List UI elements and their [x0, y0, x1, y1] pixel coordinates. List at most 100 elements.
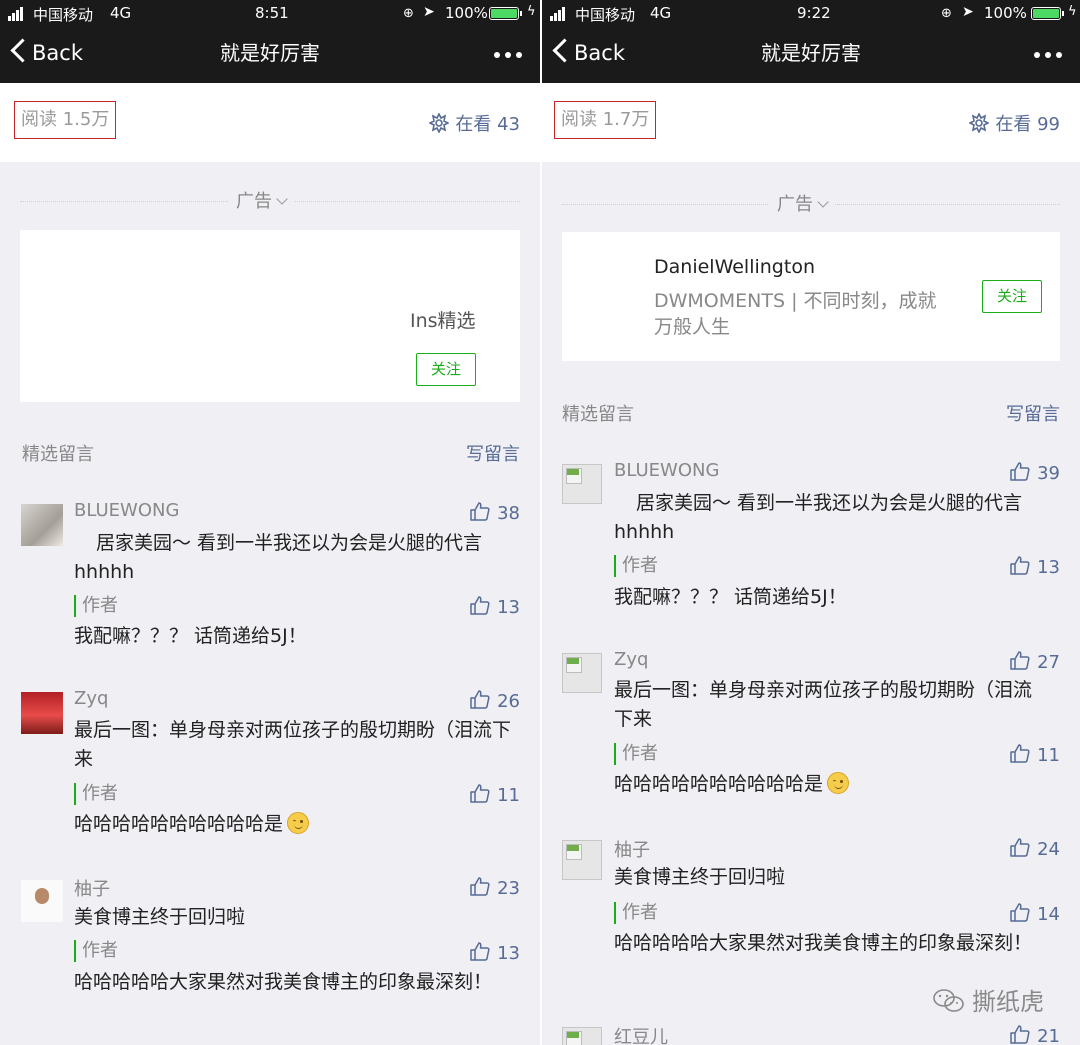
wow-icon: [428, 112, 451, 134]
ad-label-text: 广告: [777, 194, 813, 215]
avatar[interactable]: [21, 692, 63, 734]
author-reply-text: 哈哈哈哈哈大家果然对我美食博主的印象最深刻！: [74, 971, 493, 993]
comment-author[interactable]: 柚子: [614, 836, 650, 862]
battery-icon: [1031, 7, 1064, 20]
author-reply-text: 我配嘛？？？ 话筒递给5J！: [614, 586, 847, 608]
author-reply-label: 作者: [74, 783, 118, 805]
looking-count: 43: [497, 114, 520, 135]
reply-like-button[interactable]: 13: [469, 594, 520, 618]
article-stats: 阅读 1.7万 在看 99: [542, 83, 1080, 162]
thumbs-up-icon: [1010, 462, 1030, 481]
page-title: 就是好厉害: [220, 41, 320, 65]
reply-like-button[interactable]: 13: [1009, 554, 1060, 578]
like-count: 11: [497, 785, 520, 806]
comment-text: 美食博主终于回归啦: [614, 866, 786, 888]
thumbs-up-icon: [1010, 556, 1030, 575]
page-title: 就是好厉害: [761, 41, 861, 65]
avatar-broken-image-icon[interactable]: [562, 840, 602, 880]
wow-icon: [968, 112, 991, 134]
thumbs-up-icon: [1010, 838, 1030, 857]
like-count: 14: [1037, 904, 1060, 925]
location-icon: ➤: [962, 4, 974, 20]
battery-icon: [489, 7, 522, 20]
author-reply-label: 作者: [614, 902, 658, 924]
ad-card[interactable]: DanielWellington DWMOMENTS | 不同时刻，成就万般人生…: [562, 232, 1060, 361]
ad-description: DWMOMENTS | 不同时刻，成就万般人生: [654, 290, 937, 338]
ad-label[interactable]: 广告: [228, 187, 294, 213]
looking-button[interactable]: 在看 99: [968, 110, 1060, 136]
comment-text: 美食博主终于回归啦: [74, 906, 246, 928]
thumbs-up-icon: [470, 596, 490, 615]
like-button[interactable]: 38: [469, 500, 520, 524]
author-reply: 哈哈哈哈哈哈哈哈哈哈是: [614, 770, 1060, 799]
comment-author[interactable]: 红豆儿: [614, 1023, 668, 1045]
watermark: 撕纸虎: [932, 982, 1044, 1017]
like-button[interactable]: 26: [469, 688, 520, 712]
like-button[interactable]: 27: [1009, 649, 1060, 673]
ad-card-text: Ins精选: [410, 310, 476, 332]
more-icon[interactable]: [1034, 52, 1062, 58]
like-button[interactable]: 21: [1009, 1023, 1060, 1045]
status-time: 8:51: [255, 4, 289, 22]
avatar[interactable]: [21, 880, 63, 922]
comment-author[interactable]: 柚子: [74, 875, 110, 901]
like-count: 27: [1037, 652, 1060, 673]
follow-button[interactable]: 关注: [982, 280, 1042, 313]
looking-button[interactable]: 在看 43: [428, 110, 520, 136]
ad-card[interactable]: Ins精选 关注: [20, 230, 520, 402]
comment-author[interactable]: Zyq: [614, 649, 648, 670]
author-reply-text: 哈哈哈哈哈哈哈哈哈哈是: [74, 813, 284, 835]
location-icon: ➤: [423, 4, 435, 20]
smile-emoji-icon: [287, 812, 310, 834]
network-label: 4G: [650, 4, 672, 22]
like-count: 38: [497, 503, 520, 524]
avatar-figure: [35, 888, 49, 904]
comments-title: 精选留言: [562, 404, 634, 425]
author-reply-label: 作者: [614, 555, 658, 577]
ad-label[interactable]: 广告: [769, 190, 835, 216]
wechat-icon: [933, 989, 964, 1012]
charging-icon: ϟ: [527, 4, 536, 19]
signal-icon: [550, 7, 568, 21]
avatar[interactable]: [21, 504, 63, 546]
nav-bar: Back 就是好厉害: [542, 27, 1080, 83]
like-count: 11: [1037, 745, 1060, 766]
signal-icon: [8, 7, 26, 21]
status-bar: 中国移动 4G 8:51 ⊕ ➤ 100% ϟ: [0, 0, 540, 27]
author-reply: 哈哈哈哈哈哈哈哈哈哈是: [74, 810, 520, 839]
reply-like-button[interactable]: 11: [469, 782, 520, 806]
avatar-broken-image-icon[interactable]: [562, 653, 602, 693]
reply-like-button[interactable]: 14: [1009, 901, 1060, 925]
like-count: 13: [497, 597, 520, 618]
like-button[interactable]: 23: [469, 875, 520, 899]
write-comment-link[interactable]: 写留言: [466, 440, 520, 466]
reply-like-button[interactable]: 11: [1009, 742, 1060, 766]
follow-button[interactable]: 关注: [416, 353, 476, 386]
like-count: 26: [497, 691, 520, 712]
thumbs-up-icon: [1010, 651, 1030, 670]
comment-author[interactable]: BLUEWONG: [74, 500, 179, 521]
avatar-broken-image-icon[interactable]: [562, 464, 602, 504]
comment-text: 居家美园～ 看到一半我还以为会是火腿的代言hhhhh: [614, 492, 1023, 543]
nav-bar: Back 就是好厉害: [0, 27, 540, 83]
read-count: 阅读 1.5万: [14, 101, 117, 139]
comment-author[interactable]: BLUEWONG: [614, 460, 719, 481]
reply-like-button[interactable]: 13: [469, 940, 520, 964]
author-reply-label: 作者: [74, 940, 118, 962]
thumbs-up-icon: [1010, 1025, 1030, 1044]
comment-author[interactable]: Zyq: [74, 688, 108, 709]
more-icon[interactable]: [494, 52, 522, 58]
author-reply-text: 哈哈哈哈哈大家果然对我美食博主的印象最深刻！: [614, 932, 1033, 954]
thumbs-up-icon: [1010, 903, 1030, 922]
like-button[interactable]: 39: [1009, 460, 1060, 484]
comments-title: 精选留言: [22, 444, 94, 465]
thumbs-up-icon: [1010, 744, 1030, 763]
like-count: 13: [1037, 557, 1060, 578]
read-count: 阅读 1.7万: [554, 101, 657, 139]
like-count: 23: [497, 878, 520, 899]
like-button[interactable]: 24: [1009, 836, 1060, 860]
thumbs-up-icon: [470, 877, 490, 896]
avatar-broken-image-icon[interactable]: [562, 1027, 602, 1045]
like-count: 39: [1037, 463, 1060, 484]
write-comment-link[interactable]: 写留言: [1006, 400, 1060, 426]
